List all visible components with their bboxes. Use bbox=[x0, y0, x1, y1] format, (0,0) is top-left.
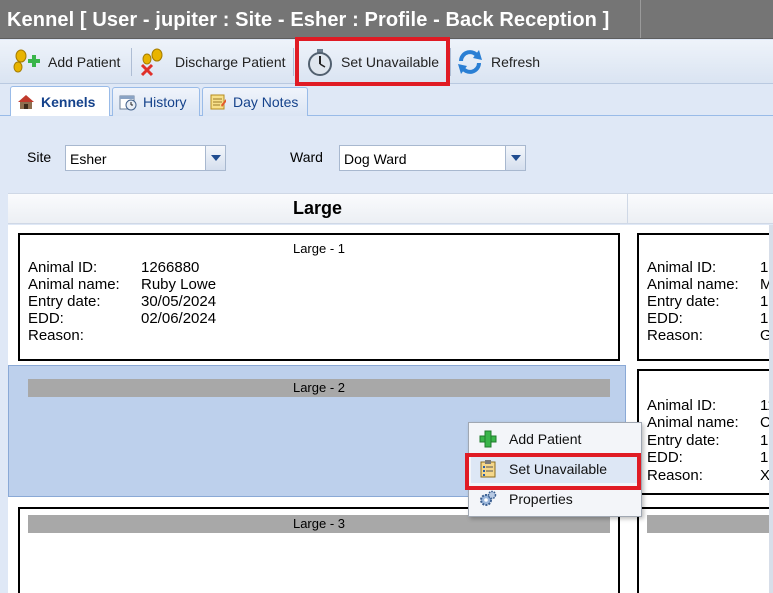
titlebar-right-panel bbox=[640, 0, 773, 38]
menu-item-add-patient[interactable]: Add Patient bbox=[471, 425, 639, 453]
filter-bar: Site Esher Ward Dog Ward bbox=[8, 117, 773, 193]
refresh-icon bbox=[455, 47, 485, 77]
clipboard-icon bbox=[479, 460, 497, 478]
kennel-title: Large - 1 bbox=[292, 241, 346, 256]
set-unavailable-button[interactable]: Set Unavailable bbox=[305, 46, 439, 78]
tab-history-label: History bbox=[143, 94, 187, 110]
kennel-card-large-1[interactable]: Large - 1 Animal ID: 1266880 Animal name:… bbox=[18, 233, 620, 361]
context-menu: Add Patient Set Unavailable Properties bbox=[468, 422, 642, 517]
animal-id-row: Animal ID:12 bbox=[647, 259, 773, 276]
tab-day-notes-label: Day Notes bbox=[233, 94, 299, 110]
kennel-card-right-2[interactable]: Animal ID:11 Animal name:Cc Entry date:1… bbox=[637, 369, 773, 495]
reason-label: Reason: bbox=[28, 327, 84, 344]
edd-label: EDD: bbox=[647, 449, 683, 466]
tab-history[interactable]: History bbox=[112, 87, 200, 116]
toolbar-separator bbox=[450, 48, 451, 76]
ward-label: Ward bbox=[290, 149, 323, 165]
animal-name-label: Animal name: bbox=[647, 276, 739, 293]
animal-id-row: Animal ID:11 bbox=[647, 397, 773, 414]
entry-date-row: Entry date:18 bbox=[647, 432, 773, 449]
animal-id-value: 1266880 bbox=[141, 259, 200, 276]
entry-date-label: Entry date: bbox=[647, 432, 720, 449]
edd-label: EDD: bbox=[647, 310, 683, 327]
edd-row: EDD:18 bbox=[647, 449, 773, 466]
animal-id-row: Animal ID: 1266880 bbox=[28, 259, 199, 276]
reason-label: Reason: bbox=[647, 327, 703, 344]
toolbar-separator bbox=[131, 48, 132, 76]
edd-row: EDD:18 bbox=[647, 310, 773, 327]
tab-day-notes[interactable]: Day Notes bbox=[202, 87, 308, 116]
edd-value: 02/06/2024 bbox=[141, 310, 217, 327]
animal-name-row: Animal name: M bbox=[647, 276, 773, 293]
kennel-title: Large - 2 bbox=[28, 379, 610, 397]
entry-date-row: Entry date:18 bbox=[647, 293, 773, 310]
discharge-patient-label: Discharge Patient bbox=[175, 54, 286, 70]
discharge-patient-button[interactable]: Discharge Patient bbox=[139, 46, 286, 78]
history-icon bbox=[119, 93, 137, 111]
menu-item-label: Add Patient bbox=[509, 431, 582, 447]
menu-item-label: Properties bbox=[509, 491, 573, 507]
entry-date-row: Entry date: 30/05/2024 bbox=[28, 293, 216, 310]
toolbar-separator bbox=[293, 48, 294, 76]
add-patient-icon bbox=[12, 47, 42, 77]
animal-id-label: Animal ID: bbox=[647, 259, 717, 276]
gears-icon bbox=[479, 490, 497, 508]
window-title: Kennel [ User - jupiter : Site - Esher :… bbox=[7, 9, 610, 31]
reason-row: Reason: G bbox=[647, 327, 772, 344]
animal-name-row: Animal name:Cc bbox=[647, 414, 773, 431]
kennel-title: Large - 3 bbox=[28, 515, 610, 533]
refresh-button[interactable]: Refresh bbox=[455, 46, 540, 78]
site-combo[interactable]: Esher bbox=[65, 145, 226, 171]
ward-dropdown-chevron-icon[interactable] bbox=[505, 146, 525, 170]
ward-combo[interactable]: Dog Ward bbox=[339, 145, 526, 171]
reason-row: Reason: bbox=[28, 327, 141, 344]
site-dropdown-chevron-icon[interactable] bbox=[205, 146, 225, 170]
column-header-large[interactable]: Large bbox=[8, 194, 628, 223]
entry-date-label: Entry date: bbox=[28, 293, 101, 310]
menu-item-set-unavailable[interactable]: Set Unavailable bbox=[471, 455, 639, 483]
reason-row: Reason:X- bbox=[647, 467, 773, 484]
tab-kennels[interactable]: Kennels bbox=[10, 86, 110, 116]
entry-date-value: 30/05/2024 bbox=[141, 293, 217, 310]
reason-label: Reason: bbox=[647, 467, 703, 484]
site-value: Esher bbox=[70, 151, 107, 167]
add-patient-button[interactable]: Add Patient bbox=[12, 46, 120, 78]
edd-label: EDD: bbox=[28, 310, 64, 327]
kennel-icon bbox=[17, 93, 35, 111]
site-label: Site bbox=[27, 149, 52, 165]
tab-kennels-label: Kennels bbox=[41, 93, 96, 110]
kennel-card-right-3[interactable] bbox=[637, 507, 773, 593]
animal-name-label: Animal name: bbox=[28, 276, 120, 293]
menu-item-properties[interactable]: Properties bbox=[471, 485, 639, 513]
kennel-grid: Large - 1 Animal ID: 1266880 Animal name:… bbox=[8, 225, 773, 593]
animal-name-row: Animal name: Ruby Lowe bbox=[28, 276, 216, 293]
ward-value: Dog Ward bbox=[344, 151, 407, 167]
kennel-grid-header: Large bbox=[8, 193, 773, 224]
discharge-patient-icon bbox=[139, 47, 169, 77]
vertical-scrollbar[interactable] bbox=[769, 225, 773, 593]
window-titlebar: Kennel [ User - jupiter : Site - Esher :… bbox=[0, 0, 773, 39]
plus-icon bbox=[479, 430, 497, 448]
animal-name-label: Animal name: bbox=[647, 414, 739, 431]
add-patient-label: Add Patient bbox=[48, 54, 121, 70]
tab-strip: Kennels History Day Notes bbox=[0, 84, 773, 116]
toolbar: Add Patient Discharge Patient Set Unavai… bbox=[0, 40, 773, 84]
kennel-card-large-3[interactable]: Large - 3 bbox=[18, 507, 620, 593]
animal-id-label: Animal ID: bbox=[28, 259, 98, 276]
animal-name-value: Ruby Lowe bbox=[141, 276, 217, 293]
kennel-title-bar bbox=[647, 515, 773, 533]
refresh-label: Refresh bbox=[491, 54, 541, 70]
notes-icon bbox=[209, 93, 227, 111]
menu-item-label: Set Unavailable bbox=[509, 461, 608, 477]
animal-id-label: Animal ID: bbox=[647, 397, 717, 414]
set-unavailable-label: Set Unavailable bbox=[341, 54, 440, 70]
entry-date-label: Entry date: bbox=[647, 293, 720, 310]
stopwatch-icon bbox=[305, 47, 335, 77]
kennel-card-right-1[interactable]: Animal ID:12 Animal name:M Entry date:18… bbox=[637, 233, 773, 361]
edd-row: EDD: 02/06/2024 bbox=[28, 310, 216, 327]
